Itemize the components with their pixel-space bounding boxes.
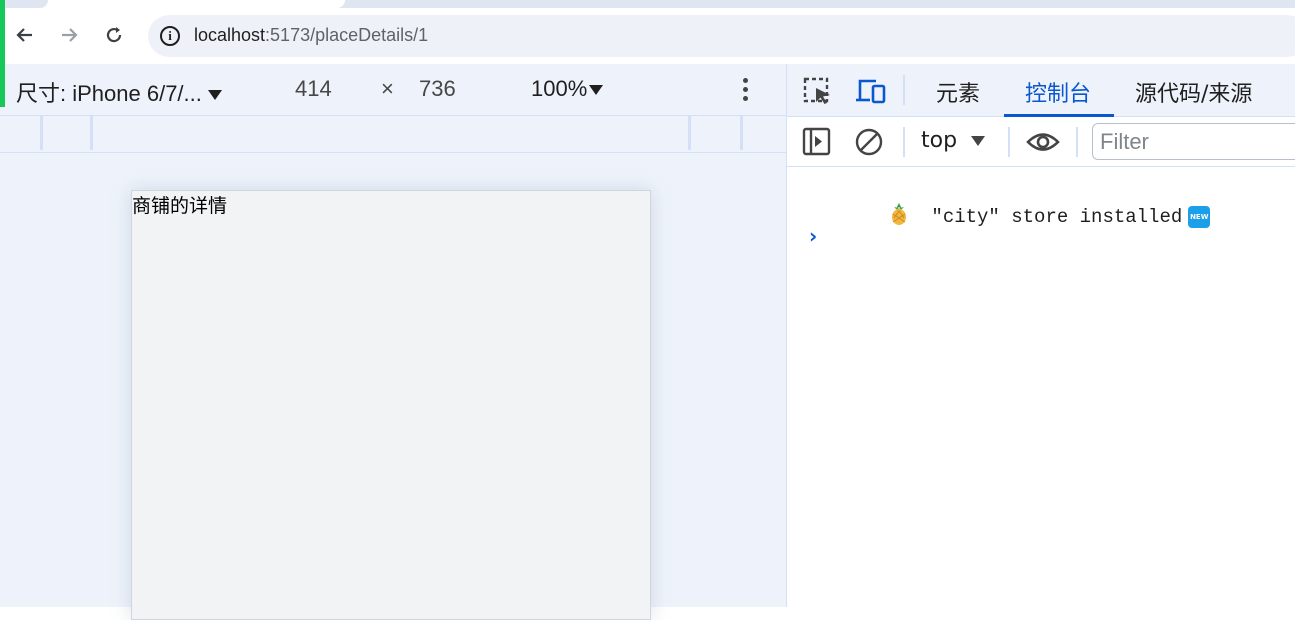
ruler-tick[interactable] [40,116,43,150]
address-bar[interactable]: i localhost:5173/placeDetails/1 [148,15,1295,57]
sidebar-toggle-icon[interactable] [802,127,832,161]
console-message-text: "city" store installed [931,206,1183,229]
chevron-down-icon [589,85,604,96]
ruler-tick[interactable] [688,116,691,150]
new-badge-icon: NEW [1188,206,1211,228]
back-icon[interactable] [11,21,39,49]
toolbar-separator [903,75,905,105]
devtools-tabbar: 元素 控制台 源代码/来源 [787,64,1295,117]
device-toolbar: 尺寸: iPhone 6/7/... 414 × 736 100% [0,64,786,116]
console-toolbar: top [787,117,1295,167]
ruler-tick[interactable] [90,116,93,150]
tab-console[interactable]: 控制台 [1025,76,1091,108]
device-viewport-area: 商铺的详情 [0,153,786,620]
clear-console-icon[interactable] [854,127,884,161]
toolbar-separator [1008,127,1010,157]
live-expression-eye-icon[interactable] [1026,130,1060,158]
url-path: :5173/placeDetails/1 [265,25,429,45]
zoom-select[interactable]: 100% [531,76,604,102]
device-select[interactable]: 尺寸: iPhone 6/7/... [16,76,222,108]
device-label: 尺寸: iPhone 6/7/... [16,81,202,106]
ruler-tick[interactable] [740,116,743,150]
window-accent-strip [0,0,5,107]
more-options-icon[interactable] [737,78,753,104]
tab-strip-start [0,0,48,8]
height-input[interactable]: 736 [419,76,456,102]
toolbar-separator [903,127,905,157]
pineapple-icon [889,202,909,232]
active-tab[interactable] [0,0,345,8]
tab-sources[interactable]: 源代码/来源 [1135,76,1252,108]
media-query-ruler [0,116,786,153]
toolbar-separator [1076,127,1078,157]
url-text[interactable]: localhost:5173/placeDetails/1 [194,25,428,46]
device-toggle-icon[interactable] [854,77,886,109]
chevron-down-icon [971,136,986,146]
tab-strip [0,0,1295,8]
width-input[interactable]: 414 [295,76,332,102]
times-icon: × [381,76,394,101]
filter-input[interactable] [1093,124,1295,159]
inspect-element-icon[interactable] [803,77,833,109]
console-prompt[interactable]: › [809,224,817,248]
filter-input-box[interactable] [1092,123,1295,160]
context-select[interactable]: top [921,128,986,153]
address-bar-row: i localhost:5173/placeDetails/1 [0,8,1295,64]
devtools-panel: 元素 控制台 源代码/来源 top "city" store installed… [786,64,1295,607]
zoom-label: 100% [531,76,588,101]
forward-icon[interactable] [55,21,83,49]
tab-elements[interactable]: 元素 [936,76,980,108]
console-message: "city" store installed NEW [843,180,1211,254]
page-content-text: 商铺的详情 [132,195,228,217]
chevron-down-icon [207,90,222,101]
url-host: localhost [194,25,266,45]
emulated-device-screen[interactable]: 商铺的详情 [131,190,651,620]
context-label: top [921,128,958,153]
info-icon[interactable]: i [160,26,180,46]
reload-icon[interactable] [100,21,128,49]
